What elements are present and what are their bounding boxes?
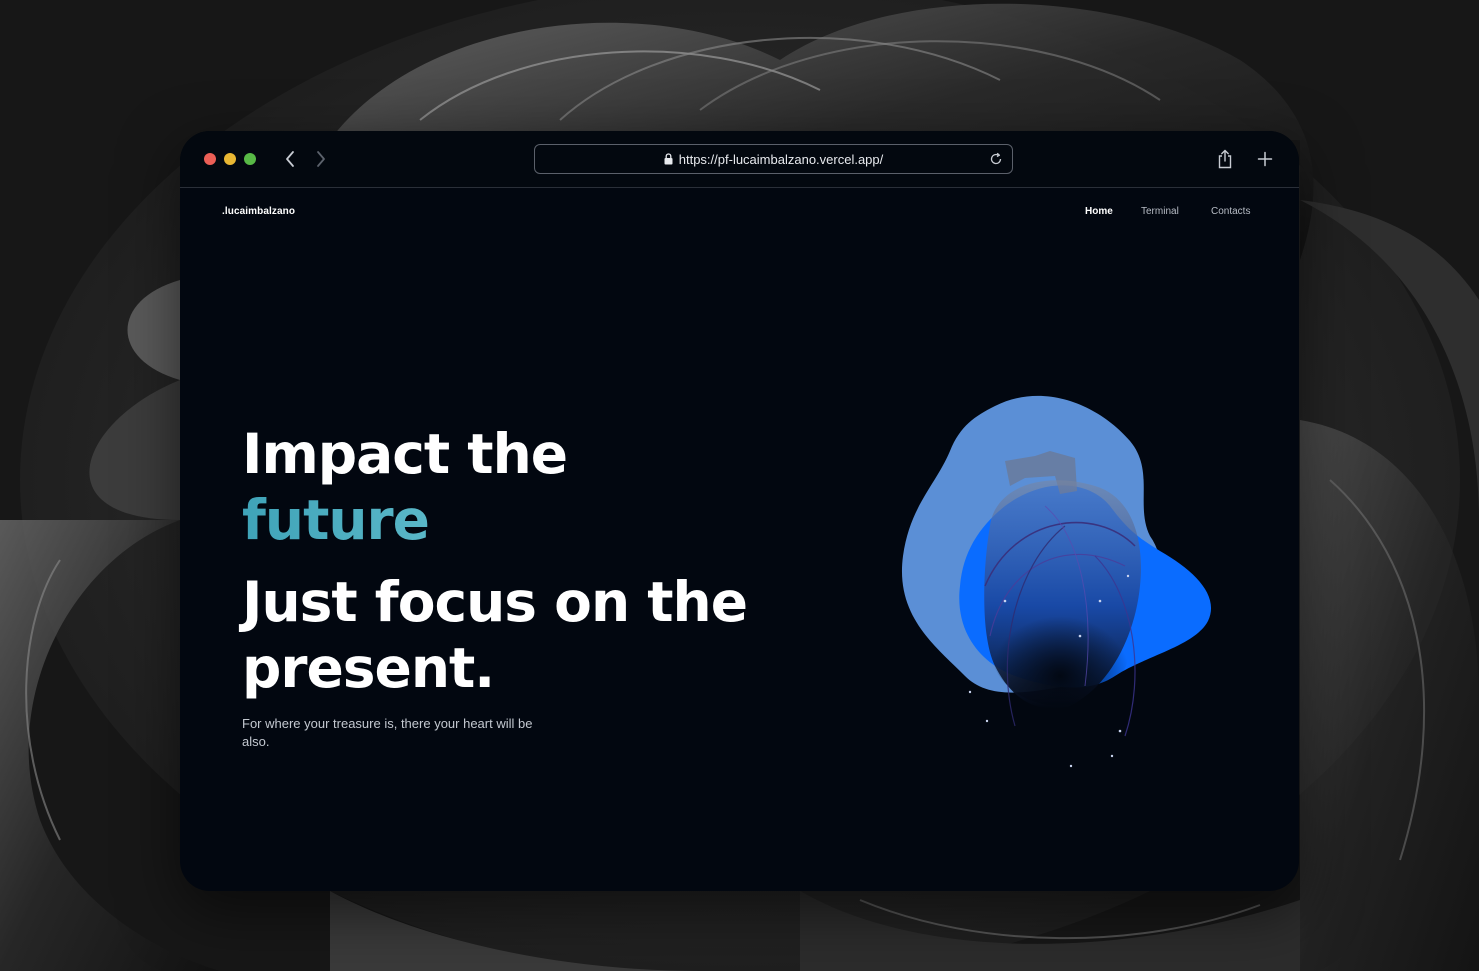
new-tab-button[interactable]	[1254, 148, 1276, 170]
hero-heading-line-3: Just focus on the	[242, 570, 748, 634]
reload-icon	[990, 152, 1002, 165]
forward-button[interactable]	[310, 148, 332, 170]
nav-terminal-link[interactable]: Terminal	[1141, 206, 1179, 217]
browser-window: https://pf-lucaimbalzano.vercel.app/ .lu…	[180, 131, 1299, 891]
hero-section: Impact the future Just focus on the pres…	[242, 421, 802, 751]
browser-toolbar: https://pf-lucaimbalzano.vercel.app/	[180, 131, 1299, 188]
zoom-window-button[interactable]	[244, 153, 256, 165]
site-logo[interactable]: .lucaimbalzano	[222, 206, 295, 217]
back-button[interactable]	[279, 148, 301, 170]
share-icon	[1218, 149, 1232, 169]
address-bar[interactable]: https://pf-lucaimbalzano.vercel.app/	[534, 144, 1013, 174]
chevron-left-icon	[286, 151, 294, 167]
heart-blob-illustration	[901, 395, 1212, 768]
site-header: .lucaimbalzano Home Terminal Contacts	[180, 188, 1299, 238]
minimize-window-button[interactable]	[224, 153, 236, 165]
nav-home-link[interactable]: Home	[1085, 206, 1113, 217]
hero-heading-accent: future	[242, 487, 802, 553]
hero-subtitle: For where your treasure is, there your h…	[242, 716, 533, 749]
share-button[interactable]	[1214, 148, 1236, 170]
plus-icon	[1257, 151, 1273, 167]
reload-button[interactable]	[988, 151, 1004, 167]
nav-contacts-link[interactable]: Contacts	[1211, 206, 1250, 217]
url-text[interactable]: https://pf-lucaimbalzano.vercel.app/	[679, 152, 884, 167]
close-window-button[interactable]	[204, 153, 216, 165]
lock-icon	[664, 153, 673, 165]
hero-heading-line-1: Impact the	[242, 422, 568, 486]
chevron-right-icon	[317, 151, 325, 167]
hero-heading-line-4: present.	[242, 636, 495, 700]
